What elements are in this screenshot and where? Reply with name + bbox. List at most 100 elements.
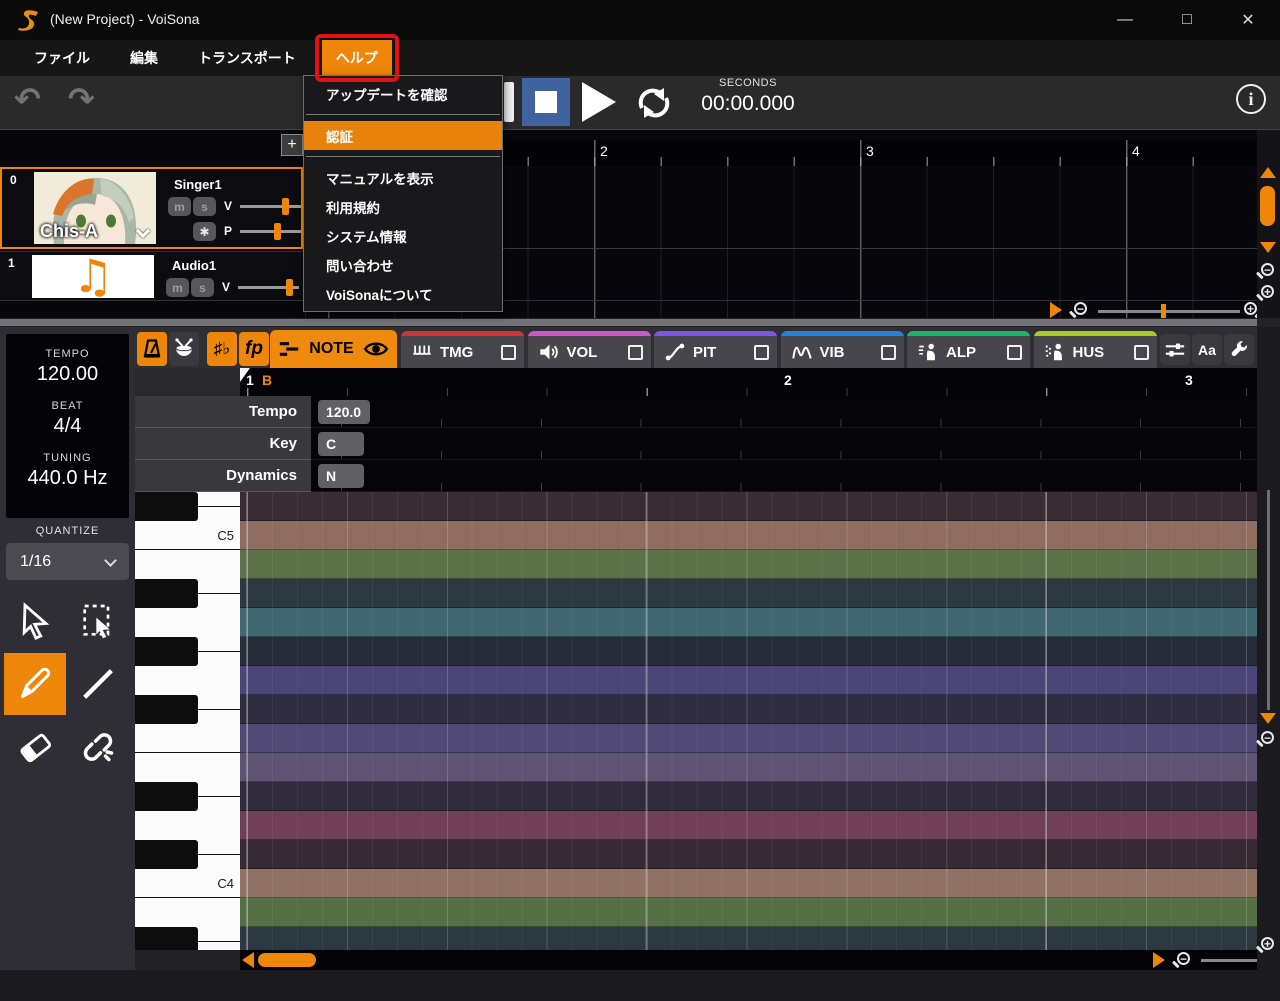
undo-button[interactable]: ↶ <box>14 80 41 118</box>
piano-black-key-A#3[interactable] <box>135 927 198 950</box>
scroll-right-button[interactable] <box>1153 952 1165 968</box>
dynamics-pill[interactable]: N <box>318 464 364 488</box>
pitch-slider[interactable] <box>240 223 301 240</box>
eraser-tool[interactable] <box>4 716 66 778</box>
line-tool[interactable] <box>67 653 129 715</box>
pitch-slider-thumb[interactable] <box>274 223 281 240</box>
pencil-tool[interactable] <box>4 653 66 715</box>
roll-row-B4[interactable] <box>240 550 1257 579</box>
loop-button[interactable] <box>634 84 674 122</box>
play-button[interactable] <box>582 82 616 122</box>
tempo-value[interactable]: 120.00 <box>6 363 129 386</box>
volume-slider-thumb[interactable] <box>282 198 289 215</box>
marquee-tool[interactable] <box>67 590 129 652</box>
tracks-scroll-right-button[interactable] <box>1050 302 1062 318</box>
solo-button[interactable]: s <box>191 278 214 297</box>
tracks-zoom-slider-thumb[interactable] <box>1161 304 1166 319</box>
roll-row-F4[interactable] <box>240 724 1257 753</box>
menu-transport[interactable]: トランスポート <box>184 40 310 76</box>
roll-row-A4[interactable] <box>240 608 1257 637</box>
tuning-value[interactable]: 440.0 Hz <box>6 467 129 490</box>
track-name[interactable]: Audio1 <box>172 258 216 273</box>
piano-black-key-A#4[interactable] <box>135 579 198 608</box>
volume-slider[interactable] <box>240 198 301 215</box>
help-menu-item-7[interactable]: 問い合わせ <box>304 250 502 279</box>
track-audio[interactable]: 1 ♫ Audio1 m s V <box>0 251 303 301</box>
voice-selector[interactable]: Chis-A <box>34 172 156 244</box>
stop-button[interactable] <box>522 78 570 126</box>
close-button[interactable]: ✕ <box>1225 0 1271 40</box>
key-row-value[interactable]: C <box>270 428 1257 460</box>
piano-black-key-D#4[interactable] <box>135 782 198 811</box>
piano-white-key-D4[interactable] <box>135 811 240 840</box>
audio-thumbnail[interactable]: ♫ <box>32 255 154 298</box>
add-track-button[interactable]: + <box>281 134 303 156</box>
scroll-down-button[interactable] <box>1260 713 1276 724</box>
arrow-tool[interactable] <box>4 590 66 652</box>
roll-row-G4[interactable] <box>240 666 1257 695</box>
piano-roll-grid[interactable] <box>240 492 1257 950</box>
editor-ruler[interactable]: 1 B 2 3 <box>240 368 1257 396</box>
track-name[interactable]: Singer1 <box>174 177 222 192</box>
menu-file[interactable]: ファイル <box>20 40 104 76</box>
menu-help[interactable]: ヘルプ <box>314 34 399 82</box>
piano-keyboard[interactable]: C5 C4 <box>135 492 240 950</box>
tempo-pill[interactable]: 120.0 <box>318 400 370 424</box>
volume-slider[interactable] <box>238 279 299 296</box>
tracks-zoom-slider[interactable] <box>1098 304 1240 319</box>
roll-row-F#4[interactable] <box>240 695 1257 724</box>
hscrollbar-thumb[interactable] <box>258 953 316 967</box>
roll-row-D#4[interactable] <box>240 782 1257 811</box>
return-to-zero-button[interactable] <box>504 82 514 122</box>
piano-white-key-B3[interactable] <box>135 898 240 927</box>
help-menu-item-8[interactable]: VoiSonaについて <box>304 279 502 308</box>
key-pill[interactable]: C <box>318 432 364 456</box>
roll-row-G#4[interactable] <box>240 637 1257 666</box>
roll-row-C4[interactable] <box>240 869 1257 898</box>
piano-white-key-A4[interactable] <box>135 608 240 637</box>
scrollbar-thumb[interactable] <box>1260 186 1275 226</box>
editor-vzoom-out-icon[interactable]: − <box>1261 731 1274 749</box>
piano-white-key-C4[interactable]: C4 <box>135 869 240 898</box>
track-singer[interactable]: 0 Chis-A Singer1 m s V ✱ P <box>0 167 303 249</box>
redo-button[interactable]: ↷ <box>68 80 95 118</box>
unlink-tool[interactable] <box>67 716 129 778</box>
maximize-button[interactable]: □ <box>1164 0 1210 40</box>
roll-row-E4[interactable] <box>240 753 1257 782</box>
scroll-left-button[interactable] <box>242 952 254 968</box>
piano-black-key-C#5[interactable] <box>135 492 198 521</box>
piano-white-key-E4[interactable] <box>135 753 240 782</box>
volume-slider-thumb[interactable] <box>286 279 293 296</box>
tempo-row-value[interactable]: 120.0 <box>270 396 1257 428</box>
piano-black-key-C#4[interactable] <box>135 840 198 869</box>
vscrollbar-track[interactable] <box>1267 490 1270 710</box>
roll-row-C#4[interactable] <box>240 840 1257 869</box>
piano-white-key-C5[interactable]: C5 <box>135 521 240 550</box>
help-menu-item-0[interactable]: アップデートを確認 <box>304 79 502 108</box>
dynamics-row-value[interactable]: N <box>270 460 1257 492</box>
help-menu-item-5[interactable]: 利用規約 <box>304 192 502 221</box>
roll-row-A#3[interactable] <box>240 927 1257 950</box>
menu-edit[interactable]: 編集 <box>116 40 172 76</box>
mute-button[interactable]: m <box>166 278 189 297</box>
help-menu-item-2[interactable]: 認証 <box>304 121 502 150</box>
minimize-button[interactable]: — <box>1102 0 1148 40</box>
beat-value[interactable]: 4/4 <box>6 415 129 438</box>
snowflake-button[interactable]: ✱ <box>193 222 216 241</box>
piano-white-key-B4[interactable] <box>135 550 240 579</box>
help-menu-item-6[interactable]: システム情報 <box>304 221 502 250</box>
roll-row-C#5[interactable] <box>240 492 1257 521</box>
roll-row-A#4[interactable] <box>240 579 1257 608</box>
roll-row-B3[interactable] <box>240 898 1257 927</box>
scroll-up-button[interactable] <box>1260 167 1276 178</box>
help-menu-item-4[interactable]: マニュアルを表示 <box>304 163 502 192</box>
piano-white-key-F4[interactable] <box>135 724 240 753</box>
solo-button[interactable]: s <box>193 197 216 216</box>
mute-button[interactable]: m <box>168 197 191 216</box>
song-info-panel[interactable]: TEMPO 120.00 BEAT 4/4 TUNING 440.0 Hz <box>6 334 129 518</box>
tracks-vzoom-in-icon[interactable]: + <box>1261 285 1274 303</box>
piano-white-key-G4[interactable] <box>135 666 240 695</box>
quantize-dropdown[interactable]: 1/16 <box>6 543 129 580</box>
info-button[interactable]: i <box>1236 84 1266 114</box>
piano-black-key-G#4[interactable] <box>135 637 198 666</box>
